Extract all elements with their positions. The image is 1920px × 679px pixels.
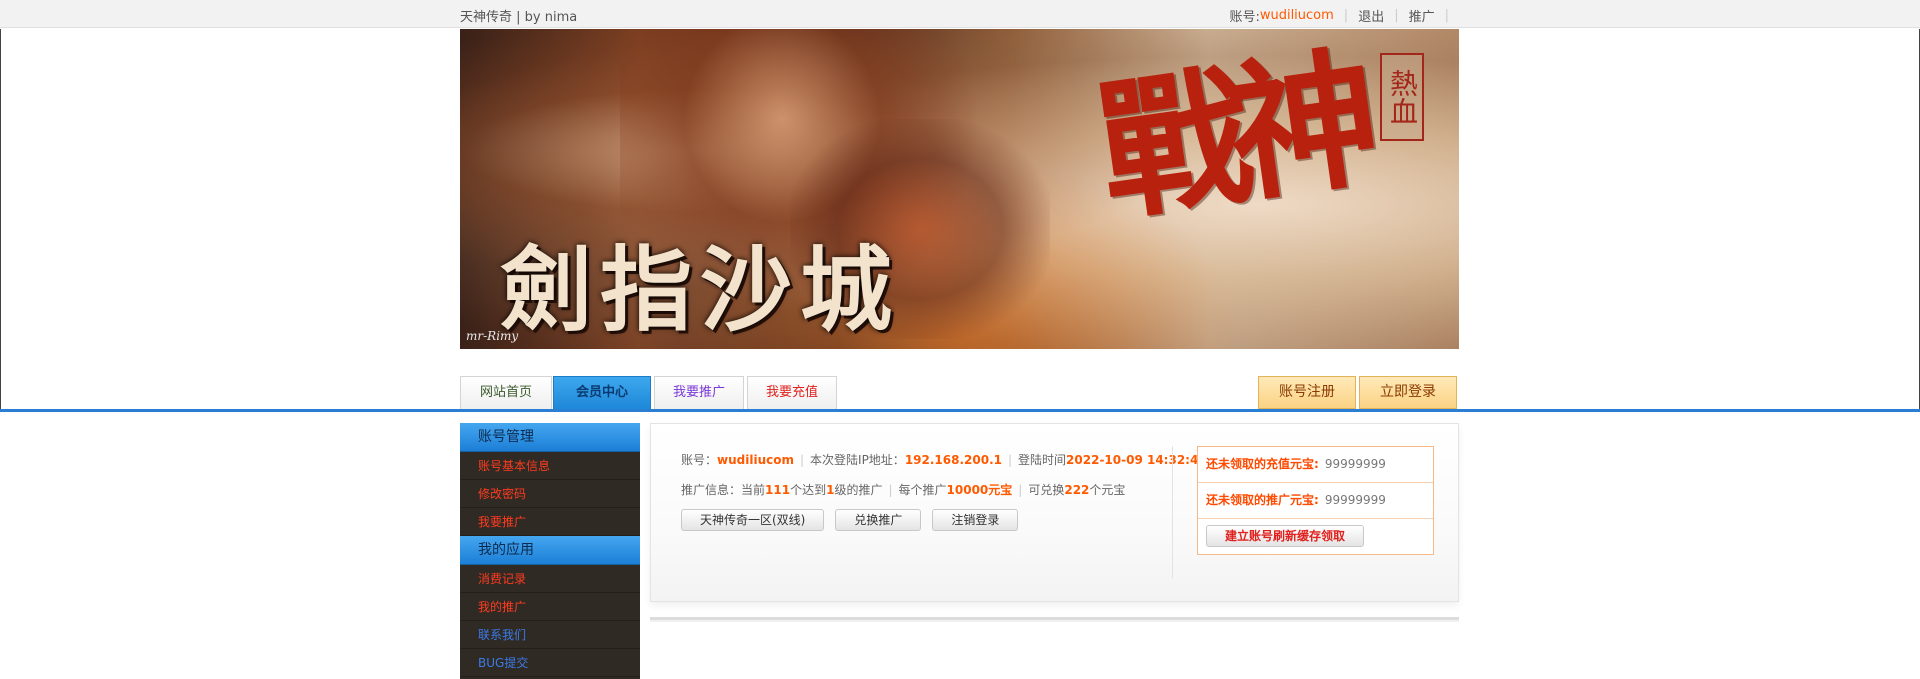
login-button[interactable]: 立即登录 — [1359, 376, 1457, 409]
nav-underline — [0, 409, 1920, 412]
ip-label: 本次登陆IP地址： — [810, 453, 905, 467]
promo-label: 推广信息：当前 — [681, 483, 766, 497]
exchange-label: 可兑换 — [1028, 483, 1065, 497]
divider: | — [1444, 8, 1449, 23]
server-select-button[interactable]: 天神传奇一区(双线) — [681, 509, 825, 531]
reward-row-promo: 还未领取的推广元宝: 99999999 — [1198, 483, 1433, 519]
tab-member-center[interactable]: 会员中心 — [553, 376, 651, 409]
promo-count: 111 — [765, 483, 791, 497]
divider: | — [1018, 483, 1023, 497]
divider: | — [1343, 8, 1349, 23]
banner-title-right: 戰神 — [1089, 31, 1371, 243]
reward-value: 99999999 — [1324, 457, 1386, 471]
account-value: wudiliucom — [717, 453, 794, 467]
site-title: 天神传奇 | by nima — [460, 10, 578, 25]
exchange-promo-button[interactable]: 兑换推广 — [835, 509, 922, 531]
banner-image: 戰神 熱血 劍指沙城 mr-Rimy — [460, 29, 1459, 349]
reward-label: 还未领取的推广元宝: — [1206, 493, 1319, 507]
account-name[interactable]: wudiliucom — [1260, 8, 1334, 23]
sidebar-item-my-promotion[interactable]: 我的推广 — [460, 593, 640, 621]
sidebar-item-contact[interactable]: 联系我们 — [460, 621, 640, 649]
reward-label: 还未领取的充值元宝: — [1206, 457, 1319, 471]
member-panel: 账号：wudiliucom | 本次登陆IP地址：192.168.200.1 | 登陆时… — [650, 423, 1459, 602]
banner-signature: mr-Rimy — [466, 329, 519, 343]
time-value: 2022-10-09 14:32:40 — [1066, 453, 1207, 467]
promo-mid: 个达到 — [790, 483, 827, 497]
banner-seal: 熱血 — [1380, 53, 1424, 141]
panel-footer-shadow — [650, 620, 1459, 622]
reward-value: 99999999 — [1324, 493, 1386, 507]
sidebar-section-account: 账号管理 — [460, 423, 640, 452]
logout-button[interactable]: 注销登录 — [932, 509, 1019, 531]
refresh-claim-button[interactable]: 建立账号刷新缓存领取 — [1206, 525, 1365, 547]
promo-info-line: 推广信息：当前111个达到1级的推广 | 每个推广10000元宝 | 可兑换222个元宝 — [681, 481, 1125, 498]
panel-divider — [1172, 446, 1173, 578]
divider: | — [1007, 453, 1013, 467]
per-promo-label: 每个推广 — [898, 483, 947, 497]
logout-link[interactable]: 退出 — [1358, 6, 1384, 25]
exchange-value: 222 — [1064, 483, 1090, 497]
ip-value: 192.168.200.1 — [904, 453, 1002, 467]
promote-link[interactable]: 推广 — [1409, 6, 1435, 25]
account-label: 账号: — [1229, 10, 1260, 25]
tab-home[interactable]: 网站首页 — [460, 376, 552, 409]
reward-row-action: 建立账号刷新缓存领取 — [1198, 519, 1433, 555]
sidebar-item-bug-report[interactable]: BUG提交 — [460, 649, 640, 677]
tab-promote[interactable]: 我要推广 — [654, 376, 744, 409]
divider: | — [1394, 8, 1399, 23]
divider: | — [799, 453, 805, 467]
panel-button-row: 天神传奇一区(双线) 兑换推广 注销登录 — [681, 509, 1029, 531]
sidebar-item-consumption[interactable]: 消费记录 — [460, 565, 640, 593]
main-nav: 网站首页 会员中心 我要推广 我要充值 账号注册 立即登录 — [460, 376, 1459, 409]
tab-recharge[interactable]: 我要充值 — [747, 376, 837, 409]
divider: | — [888, 483, 893, 497]
account-label: 账号： — [681, 453, 718, 467]
banner-title-left: 劍指沙城 — [500, 236, 901, 344]
sidebar: 账号管理 账号基本信息 修改密码 我要推广 我的应用 消费记录 我的推广 联系我… — [460, 423, 640, 679]
sidebar-item-promote[interactable]: 我要推广 — [460, 508, 640, 536]
reward-box: 还未领取的充值元宝: 99999999 还未领取的推广元宝: 99999999 建立… — [1197, 446, 1434, 555]
register-button[interactable]: 账号注册 — [1258, 376, 1356, 409]
exchange-suffix: 个元宝 — [1089, 483, 1126, 497]
sidebar-item-change-password[interactable]: 修改密码 — [460, 480, 640, 508]
reward-row-recharge: 还未领取的充值元宝: 99999999 — [1198, 447, 1433, 483]
top-bar: 天神传奇 | by nima 账号: wudiliucom | 退出 | 推广 … — [0, 0, 1920, 28]
top-links: 账号: wudiliucom | 退出 | 推广 | — [1229, 6, 1459, 25]
login-info-line: 账号：wudiliucom | 本次登陆IP地址：192.168.200.1 | 登陆时… — [681, 451, 1207, 468]
per-promo-value: 10000元宝 — [946, 483, 1013, 497]
promo-level-suffix: 级的推广 — [834, 483, 883, 497]
sidebar-section-apps: 我的应用 — [460, 536, 640, 565]
time-label: 登陆时间 — [1018, 453, 1067, 467]
frame-edge-left — [0, 29, 1, 409]
sidebar-item-account-info[interactable]: 账号基本信息 — [460, 452, 640, 480]
